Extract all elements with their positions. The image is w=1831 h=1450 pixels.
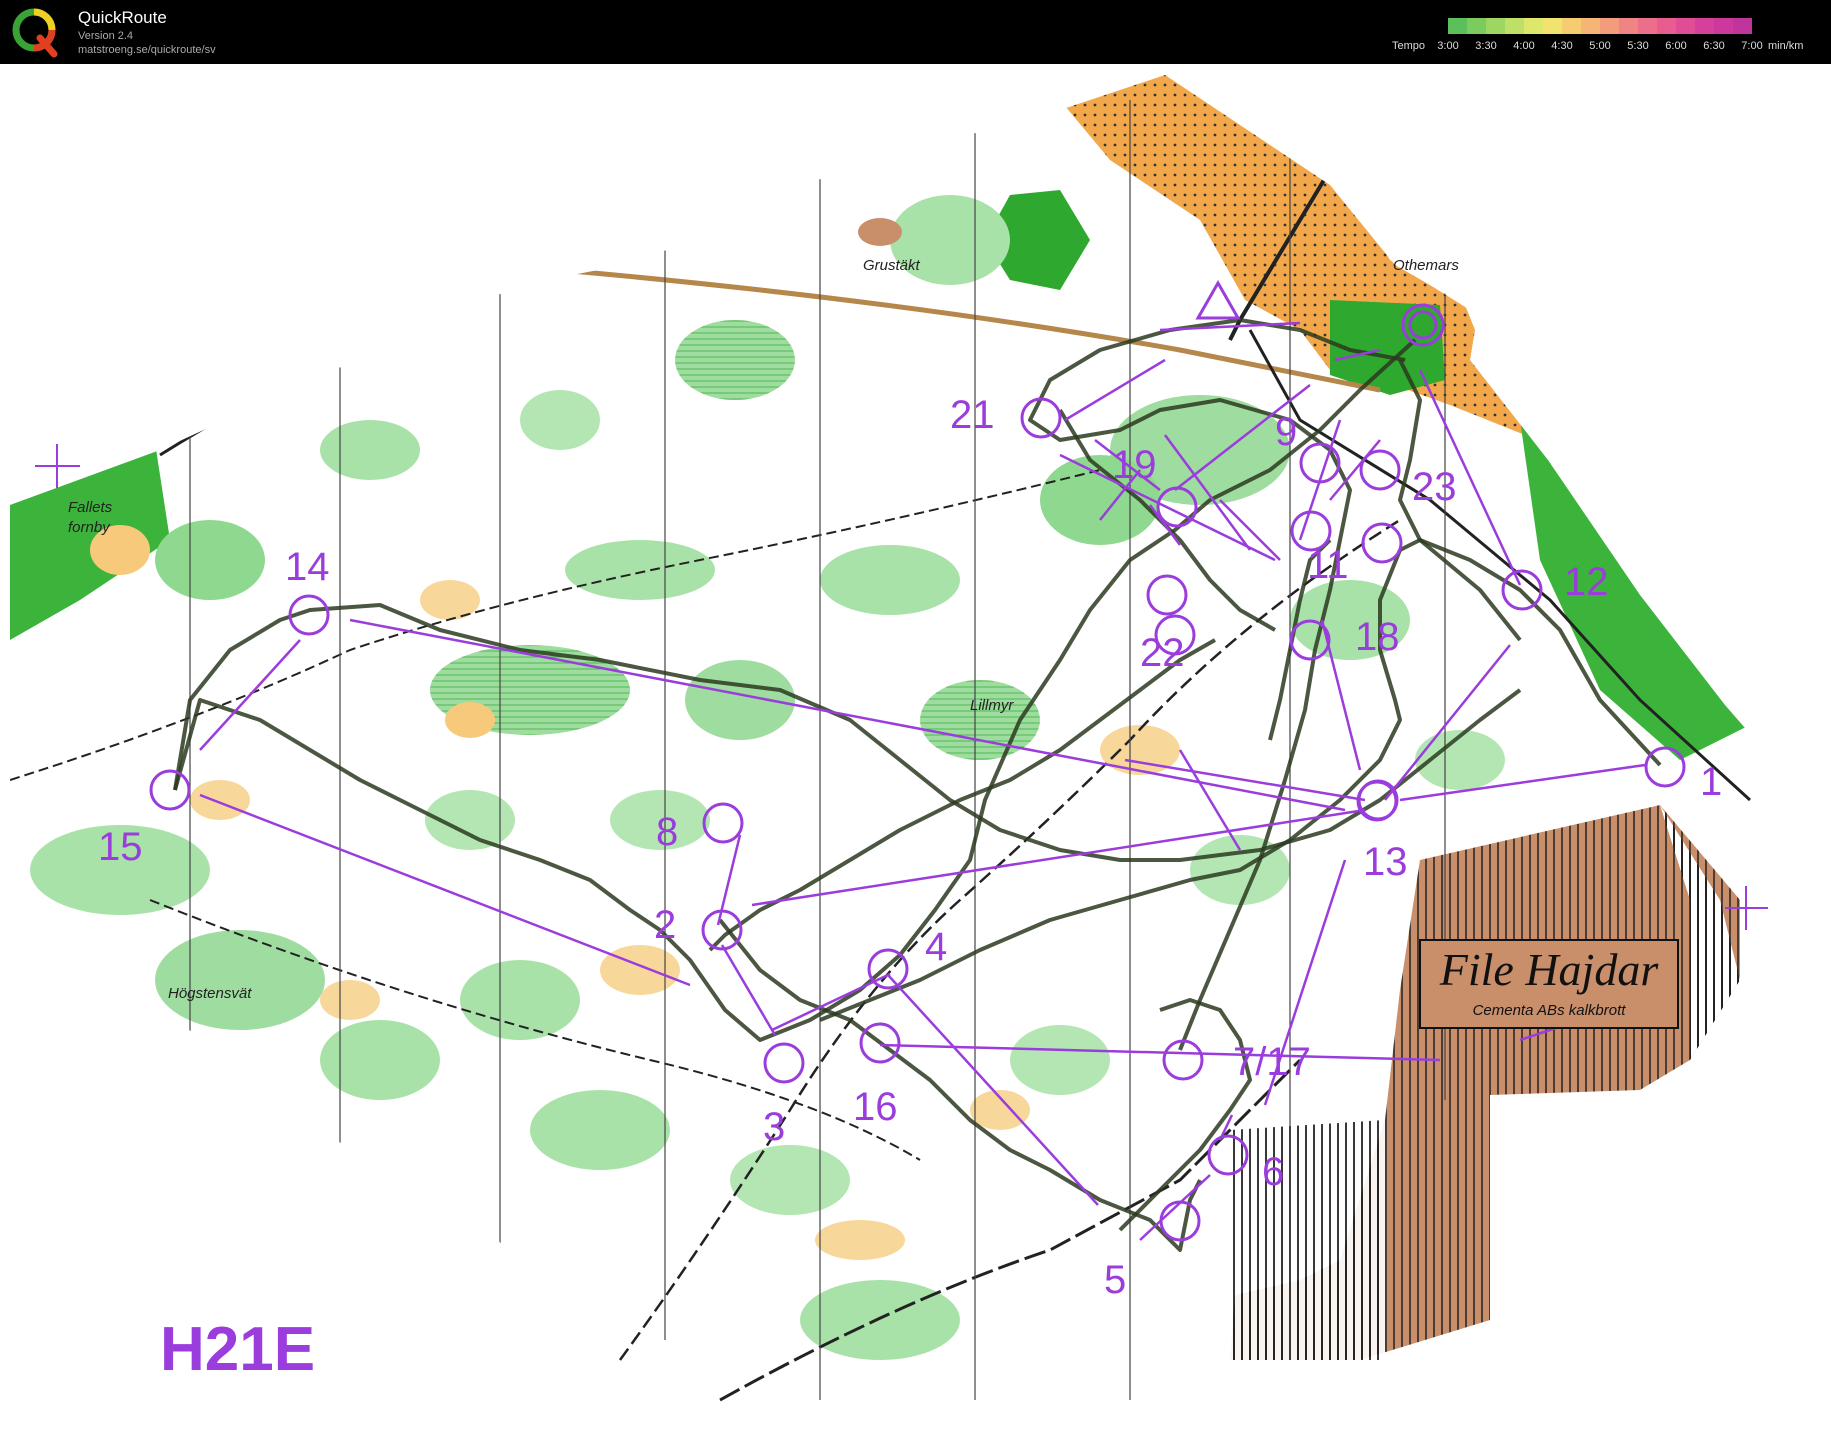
quickroute-logo-icon <box>12 8 58 58</box>
pace-color-segment <box>1486 18 1505 34</box>
control-number: 13 <box>1363 840 1408 884</box>
class-label: H21E <box>160 1315 315 1384</box>
control-number: 7/17 <box>1233 1040 1311 1084</box>
pace-tick: 5:30 <box>1627 40 1649 52</box>
control-number: 14 <box>285 545 330 589</box>
control-number: 8 <box>656 810 678 854</box>
place-name: Grustäkt <box>863 257 921 274</box>
pace-tick: 4:00 <box>1513 40 1535 52</box>
control-number: 19 <box>1112 443 1157 487</box>
control-number: 1 <box>1700 760 1722 804</box>
pace-color-segment <box>1657 18 1676 34</box>
pace-color-segment <box>1676 18 1695 34</box>
control-number: 16 <box>853 1085 898 1129</box>
pace-tick: 7:00 <box>1741 40 1763 52</box>
control-number: 9 <box>1275 410 1297 454</box>
control-number: 2 <box>654 903 676 947</box>
pace-color-segment <box>1448 18 1467 34</box>
app-version: Version 2.4 <box>78 30 134 42</box>
pace-tick: 3:30 <box>1475 40 1497 52</box>
control-number: 23 <box>1412 465 1457 509</box>
pace-color-segment <box>1562 18 1581 34</box>
quarry-title: File Hajdar <box>1439 944 1660 995</box>
quarry-label: File Hajdar Cementa ABs kalkbrott <box>1419 939 1679 1029</box>
control-number: 6 <box>1262 1150 1284 1194</box>
place-name: Högstensvät <box>168 985 252 1002</box>
pace-color-segment <box>1619 18 1638 34</box>
pace-color-segment <box>1467 18 1486 34</box>
pace-color-segment <box>1638 18 1657 34</box>
control-number: 12 <box>1564 560 1609 604</box>
pace-color-segment <box>1695 18 1714 34</box>
pace-tick: 6:00 <box>1665 40 1687 52</box>
control-number: 22 <box>1140 631 1185 675</box>
pace-color-segment <box>1600 18 1619 34</box>
control-number: 3 <box>763 1105 785 1149</box>
control-number: 5 <box>1104 1258 1126 1302</box>
control-number: 11 <box>1307 543 1349 587</box>
pace-color-segment <box>1543 18 1562 34</box>
pace-legend-label: Tempo <box>1392 40 1426 52</box>
pace-color-segment <box>1733 18 1752 34</box>
place-name: Fallets <box>68 499 113 516</box>
app-url: matstroeng.se/quickroute/sv <box>78 44 216 56</box>
pace-tick: 5:00 <box>1589 40 1611 52</box>
app-name: QuickRoute <box>78 8 167 27</box>
control-number: 18 <box>1355 615 1400 659</box>
pace-color-segment <box>1505 18 1524 34</box>
pace-tick: 6:30 <box>1703 40 1725 52</box>
pace-color-segment <box>1581 18 1600 34</box>
place-name: fornby <box>68 519 111 536</box>
pace-tick: 4:30 <box>1551 40 1573 52</box>
control-number: 15 <box>98 825 143 869</box>
place-name: Lillmyr <box>970 697 1014 714</box>
orienteering-map[interactable]: 1 2 3 4 5 6 7/17 8 9 11 12 13 14 15 16 1… <box>0 64 1831 1450</box>
app-header: QuickRoute Version 2.4 matstroeng.se/qui… <box>0 0 1831 64</box>
control-number: 4 <box>925 925 947 969</box>
pace-legend-unit: min/km <box>1768 40 1804 52</box>
pace-color-segment <box>1524 18 1543 34</box>
control-number: 21 <box>950 393 995 437</box>
quarry-subtitle: Cementa ABs kalkbrott <box>1473 1002 1627 1019</box>
pace-legend: Tempo 3:00 3:30 4:00 4:30 5:00 5:30 6:00… <box>1390 18 1825 58</box>
pace-color-segment <box>1714 18 1733 34</box>
place-name: Othemars <box>1393 257 1459 274</box>
pace-tick: 3:00 <box>1437 40 1459 52</box>
pace-color-scale <box>1448 18 1752 34</box>
